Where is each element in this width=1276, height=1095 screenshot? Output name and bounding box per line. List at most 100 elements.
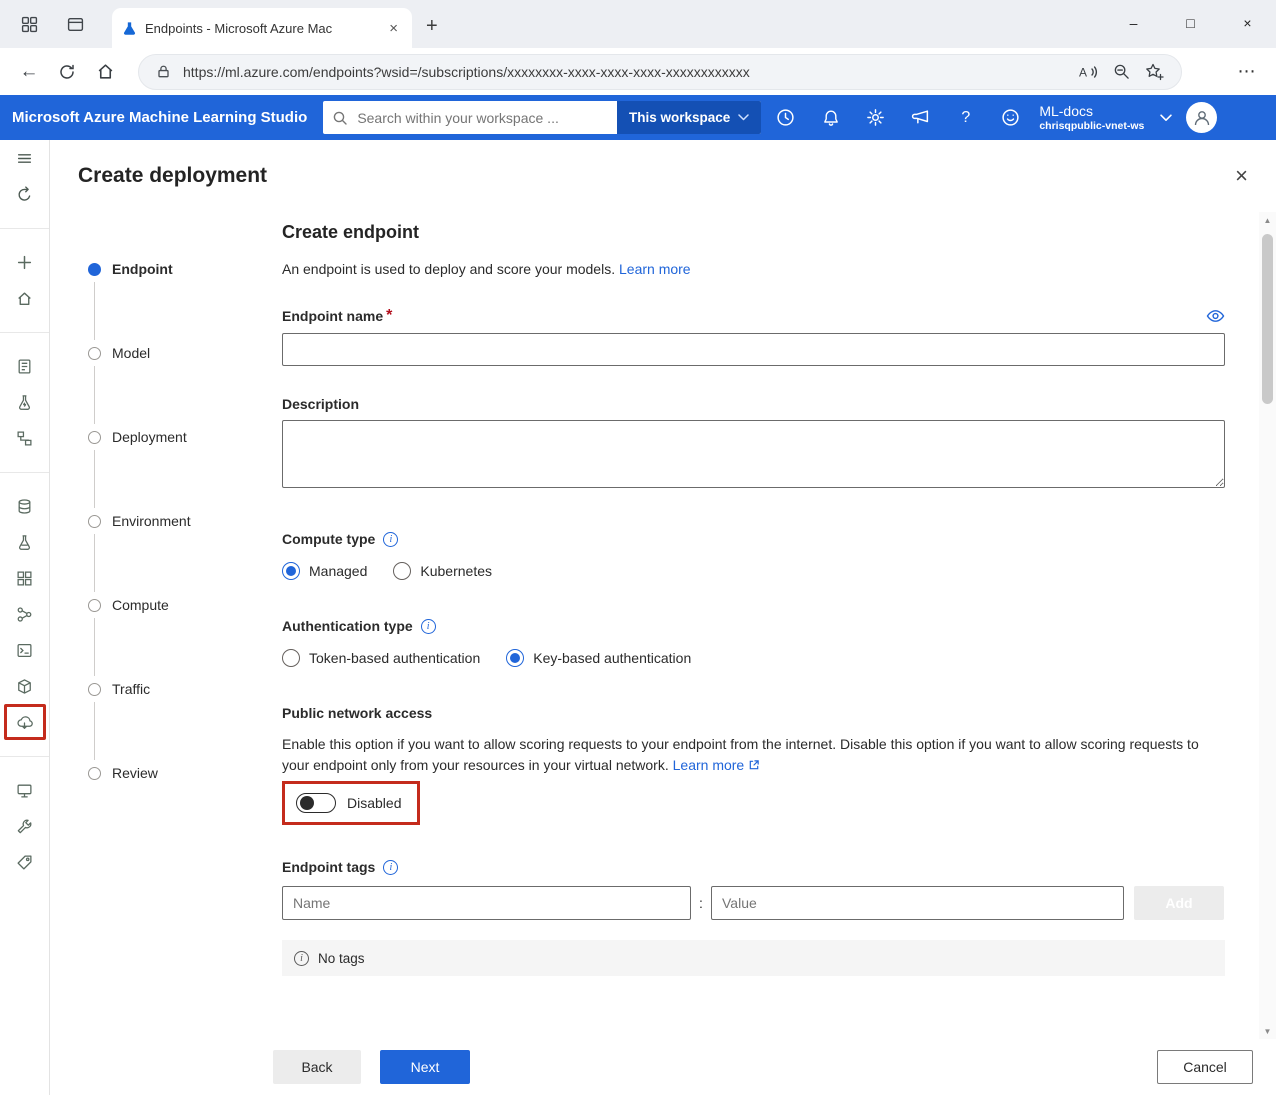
intro-learn-more-link[interactable]: Learn more: [619, 261, 691, 277]
announcements-megaphone-icon[interactable]: [898, 95, 943, 140]
step-connector: [94, 450, 95, 508]
data-icon[interactable]: [7, 488, 43, 524]
read-aloud-icon[interactable]: A: [1075, 64, 1101, 80]
no-tags-text: No tags: [318, 951, 365, 966]
sidebar-divider: [0, 228, 49, 229]
panel-close-icon[interactable]: ×: [1235, 165, 1248, 187]
panel-scrollbar[interactable]: ▲ ▼: [1259, 212, 1276, 1039]
lock-icon[interactable]: [153, 64, 174, 79]
cancel-button[interactable]: Cancel: [1157, 1050, 1253, 1084]
toggle-knob: [300, 796, 314, 810]
endpoint-name-input[interactable]: [282, 333, 1225, 366]
compute-icon[interactable]: [7, 772, 43, 808]
create-endpoint-form: Create endpoint An endpoint is used to d…: [282, 212, 1259, 1039]
zoom-out-icon[interactable]: [1110, 63, 1133, 80]
tag-name-input[interactable]: [282, 886, 691, 920]
designer-icon[interactable]: [7, 420, 43, 456]
tag-entry-row: : Add: [282, 886, 1225, 920]
authentication-type-options: Token-based authentication Key-based aut…: [282, 649, 1225, 667]
radio-managed[interactable]: Managed: [282, 562, 367, 580]
user-avatar[interactable]: [1186, 102, 1217, 133]
sidebar-divider: [0, 756, 49, 757]
step-dot: [88, 263, 101, 276]
jobs-icon[interactable]: [7, 524, 43, 560]
scrollbar-thumb[interactable]: [1262, 234, 1273, 404]
wizard-step-deployment[interactable]: Deployment: [50, 424, 282, 450]
radio-key-based[interactable]: Key-based authentication: [506, 649, 691, 667]
step-dot: [88, 599, 101, 612]
next-button[interactable]: Next: [380, 1050, 470, 1084]
scrollbar-track[interactable]: [1259, 228, 1276, 1023]
scrollbar-down-icon[interactable]: ▼: [1264, 1023, 1272, 1039]
description-input[interactable]: [282, 420, 1225, 488]
public-network-toggle[interactable]: [296, 793, 336, 813]
compute-type-info-icon[interactable]: i: [383, 532, 398, 547]
tab-close-icon[interactable]: ×: [385, 20, 402, 37]
settings-gear-icon[interactable]: [853, 95, 898, 140]
window-close-button[interactable]: ×: [1219, 0, 1276, 46]
browser-tab[interactable]: Endpoints - Microsoft Azure Mac ×: [112, 8, 412, 48]
step-dot: [88, 431, 101, 444]
help-icon[interactable]: ?: [943, 95, 988, 140]
form-intro: An endpoint is used to deploy and score …: [282, 261, 1225, 277]
workspace-chevron-down-icon[interactable]: [1160, 114, 1172, 122]
browser-tab-strip: Endpoints - Microsoft Azure Mac × + – □ …: [0, 0, 1276, 48]
feedback-smiley-icon[interactable]: [988, 95, 1033, 140]
panel-body: Endpoint Model Deployment: [50, 212, 1276, 1039]
description-label: Description: [282, 396, 359, 412]
refresh-icon[interactable]: [48, 53, 86, 91]
radio-token-based[interactable]: Token-based authentication: [282, 649, 480, 667]
authentication-type-info-icon[interactable]: i: [421, 619, 436, 634]
search-scope-dropdown[interactable]: This workspace: [617, 101, 761, 134]
description-label-row: Description: [282, 396, 1225, 412]
sidebar-divider: [0, 472, 49, 473]
new-tab-button[interactable]: +: [426, 16, 438, 36]
endpoints-icon[interactable]: [4, 704, 46, 740]
notebooks-icon[interactable]: [7, 348, 43, 384]
recent-activity-icon[interactable]: [763, 95, 808, 140]
endpoint-tags-label: Endpoint tags: [282, 859, 375, 875]
workspace-selector[interactable]: ML-docs chrisqpublic-vnet-ws: [1039, 103, 1144, 132]
window-minimize-button[interactable]: –: [1105, 0, 1162, 46]
environments-icon[interactable]: [7, 632, 43, 668]
models-icon[interactable]: [7, 668, 43, 704]
tab-actions-icon[interactable]: [58, 7, 92, 41]
tag-value-input[interactable]: [711, 886, 1124, 920]
components-icon[interactable]: [7, 560, 43, 596]
new-plus-icon[interactable]: [7, 244, 43, 280]
back-button[interactable]: Back: [273, 1050, 361, 1084]
radio-kubernetes[interactable]: Kubernetes: [393, 562, 492, 580]
public-network-learn-more-link[interactable]: Learn more: [673, 757, 760, 773]
eye-icon[interactable]: [1206, 309, 1225, 323]
wizard-step-endpoint[interactable]: Endpoint: [50, 256, 282, 282]
scrollbar-up-icon[interactable]: ▲: [1264, 212, 1272, 228]
data-labeling-icon[interactable]: [7, 844, 43, 880]
undo-icon[interactable]: [7, 176, 43, 212]
address-bar[interactable]: https://ml.azure.com/endpoints?wsid=/sub…: [138, 54, 1182, 90]
home-icon[interactable]: [86, 53, 124, 91]
wizard-step-review[interactable]: Review: [50, 760, 282, 786]
browser-menu-icon[interactable]: ⋯: [1228, 61, 1266, 82]
notifications-bell-icon[interactable]: [808, 95, 853, 140]
wizard-step-model[interactable]: Model: [50, 340, 282, 366]
azure-ml-favicon: [122, 21, 137, 36]
sidebar-home-icon[interactable]: [7, 280, 43, 316]
pipelines-icon[interactable]: [7, 596, 43, 632]
window-maximize-button[interactable]: □: [1162, 0, 1219, 46]
endpoint-tags-info-icon[interactable]: i: [383, 860, 398, 875]
workspaces-icon[interactable]: [12, 7, 46, 41]
add-tag-button[interactable]: Add: [1134, 886, 1224, 920]
wizard-step-traffic[interactable]: Traffic: [50, 676, 282, 702]
wizard-step-environment[interactable]: Environment: [50, 508, 282, 534]
step-dot: [88, 767, 101, 780]
automated-ml-icon[interactable]: [7, 384, 43, 420]
menu-icon[interactable]: [7, 140, 43, 176]
favorites-add-icon[interactable]: [1142, 63, 1167, 81]
wizard-step-compute[interactable]: Compute: [50, 592, 282, 618]
search-input[interactable]: [357, 110, 617, 126]
linked-services-icon[interactable]: [7, 808, 43, 844]
toggle-state-label: Disabled: [347, 795, 401, 811]
back-icon[interactable]: ←: [10, 53, 48, 91]
workspace-search[interactable]: This workspace: [323, 101, 761, 134]
step-dot: [88, 515, 101, 528]
